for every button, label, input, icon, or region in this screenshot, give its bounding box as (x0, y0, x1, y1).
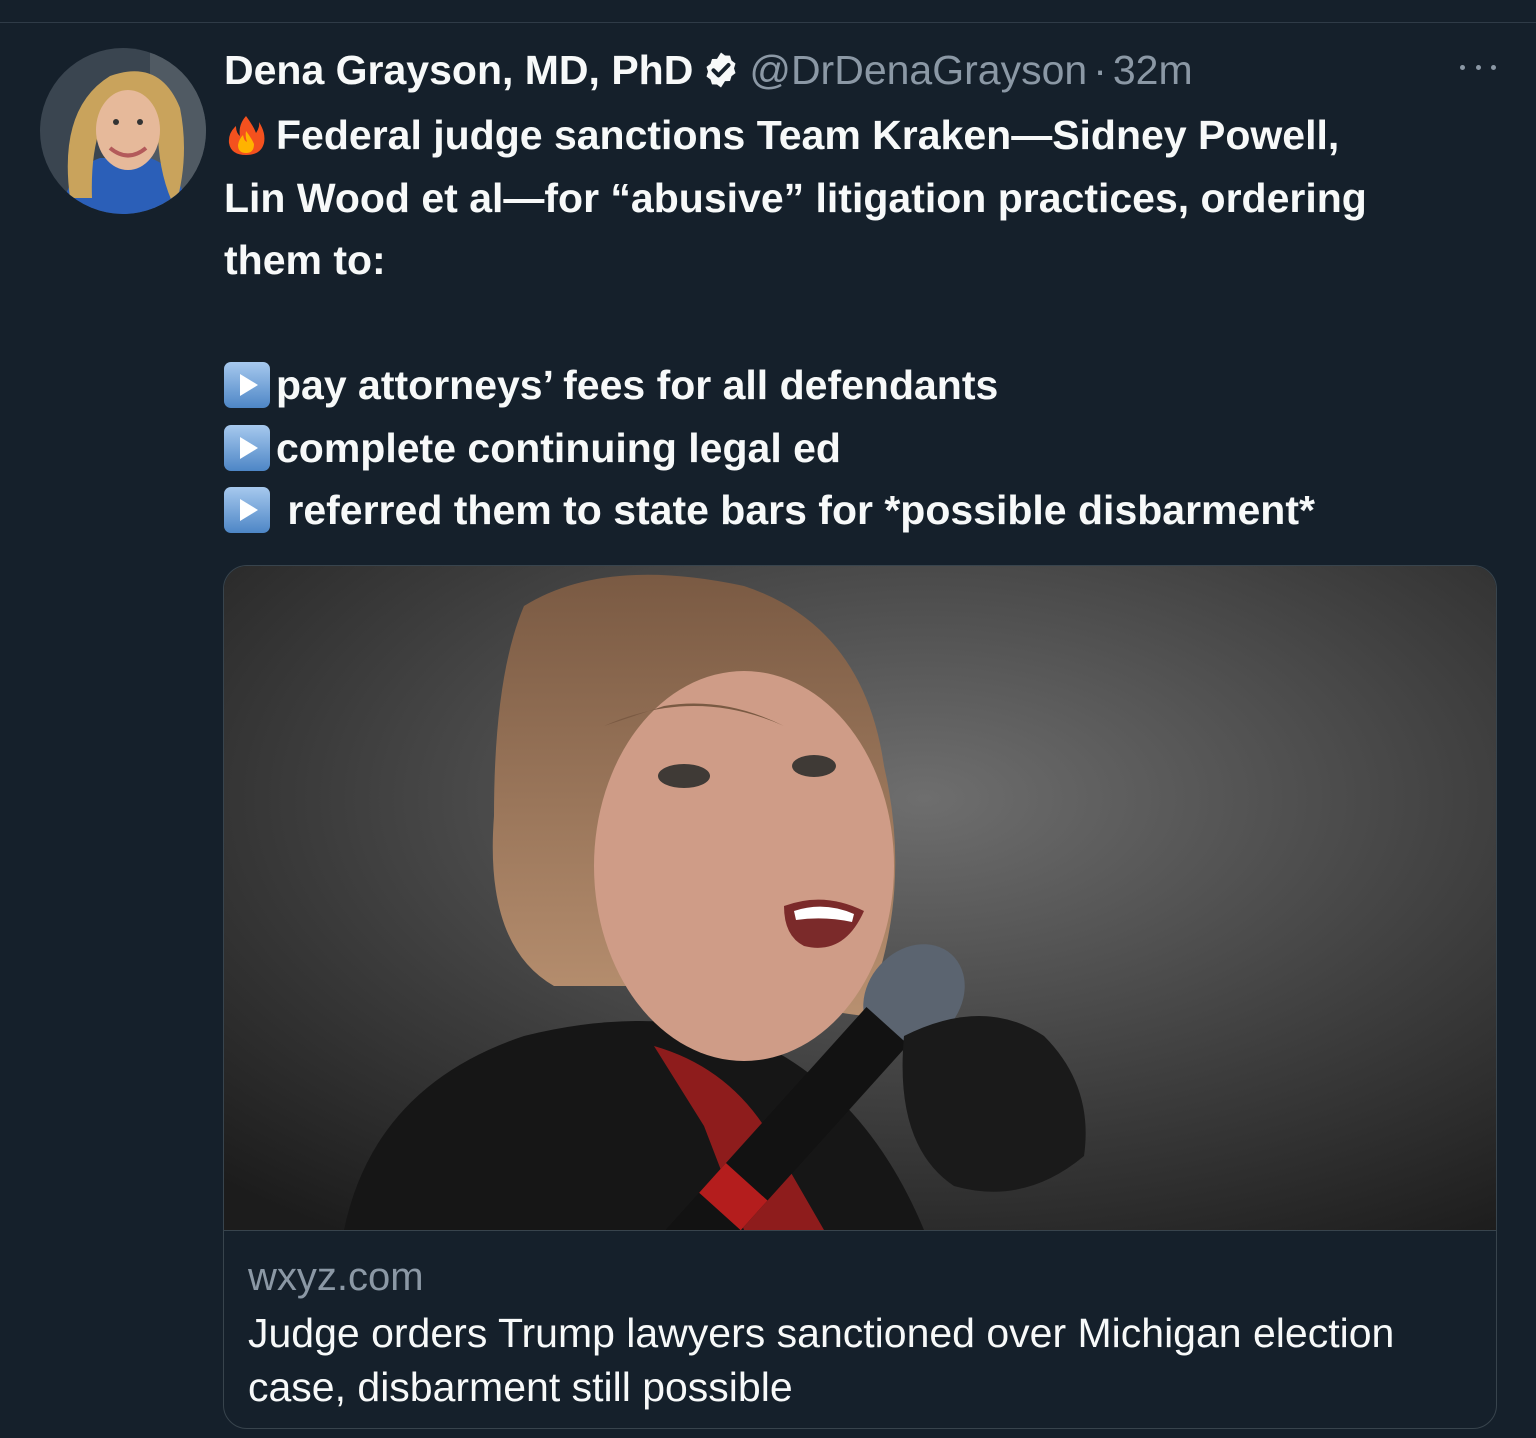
tweet[interactable]: Dena Grayson, MD, PhD @DrDenaGrayson · 3… (0, 0, 1536, 1429)
tweet-text: Federal judge sanctions Team Kraken—Sidn… (224, 104, 1504, 542)
tweet-line-1: Federal judge sanctions Team Kraken—Sidn… (276, 112, 1340, 158)
tweet-line: them to: (224, 229, 1504, 292)
bullet-item: pay attorneys’ fees for all defendants (224, 354, 1504, 417)
card-divider (224, 1230, 1496, 1231)
play-button-emoji-icon (224, 487, 270, 534)
more-options-button[interactable] (1460, 52, 1496, 82)
fire-emoji-icon (224, 113, 268, 157)
author-handle[interactable]: @DrDenaGrayson (749, 42, 1087, 98)
link-preview-image[interactable] (224, 566, 1496, 1230)
link-title[interactable]: Judge orders Trump lawyers sanctioned ov… (248, 1306, 1468, 1414)
header-separator: · (1093, 47, 1107, 93)
author-avatar[interactable] (40, 48, 206, 214)
tweet-line: Federal judge sanctions Team Kraken—Sidn… (224, 104, 1504, 167)
bullet-text-3: referred them to state bars for *possibl… (276, 487, 1315, 533)
link-domain[interactable]: wxyz.com (248, 1252, 424, 1302)
tweet-header: Dena Grayson, MD, PhD @DrDenaGrayson · 3… (224, 42, 1193, 98)
bullet-item: complete continuing legal ed (224, 417, 1504, 480)
link-preview-card[interactable]: wxyz.com Judge orders Trump lawyers sanc… (223, 565, 1497, 1429)
tweet-line: Lin Wood et al—for “abusive” litigation … (224, 167, 1504, 230)
author-display-name[interactable]: Dena Grayson, MD, PhD (224, 42, 693, 98)
tweet-line-2: Lin Wood et al—for “abusive” litigation … (224, 174, 1367, 221)
play-button-emoji-icon (224, 424, 270, 471)
verified-badge-icon (701, 50, 741, 90)
avatar-image (40, 48, 206, 214)
play-button-emoji-icon (224, 362, 270, 409)
bullet-text-2: complete continuing legal ed (276, 424, 841, 471)
bullet-text-1: pay attorneys’ fees for all defendants (276, 362, 999, 408)
ellipsis-icon (1460, 64, 1465, 70)
tweet-line-3: them to: (224, 237, 386, 283)
article-photo (224, 566, 1496, 1230)
tweet-timestamp[interactable]: 32m (1113, 42, 1193, 98)
bullet-item: referred them to state bars for *possibl… (224, 479, 1504, 542)
